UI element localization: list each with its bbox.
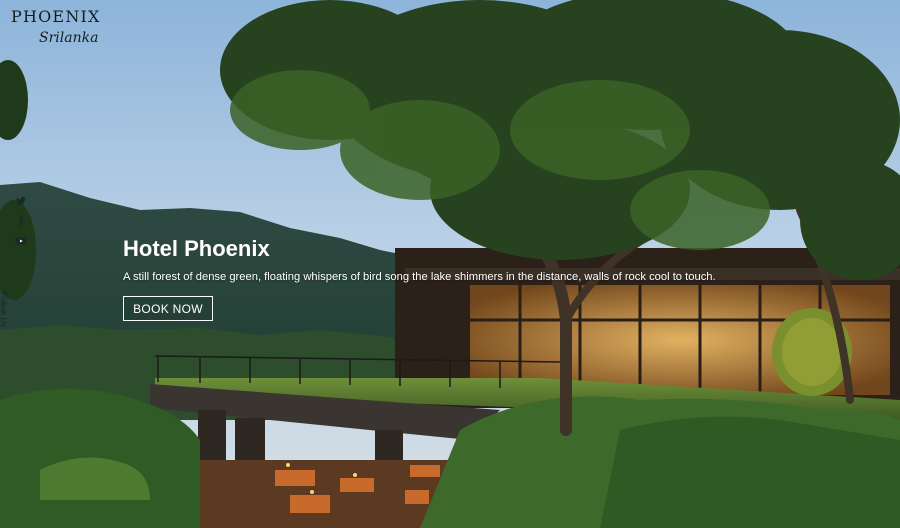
facebook-icon[interactable]: [15, 215, 27, 227]
hero-banner: PHOENIX Srilanka Follow Us Hotel Phoenix…: [0, 0, 900, 528]
hero-content: Hotel Phoenix A still forest of dense gr…: [123, 235, 843, 321]
follow-us-label: Follow Us: [0, 292, 8, 328]
book-now-button[interactable]: BOOK NOW: [123, 296, 213, 321]
twitter-icon[interactable]: [15, 195, 27, 207]
logo-wordmark: PHOENIX: [11, 7, 101, 26]
hero-title: Hotel Phoenix: [123, 236, 270, 261]
youtube-icon[interactable]: [15, 235, 27, 247]
logo-tagline: Srilanka: [39, 30, 99, 46]
brand-logo[interactable]: PHOENIX Srilanka: [11, 7, 131, 51]
hero-description: A still forest of dense green, floating …: [123, 271, 716, 283]
social-links: [15, 195, 29, 255]
